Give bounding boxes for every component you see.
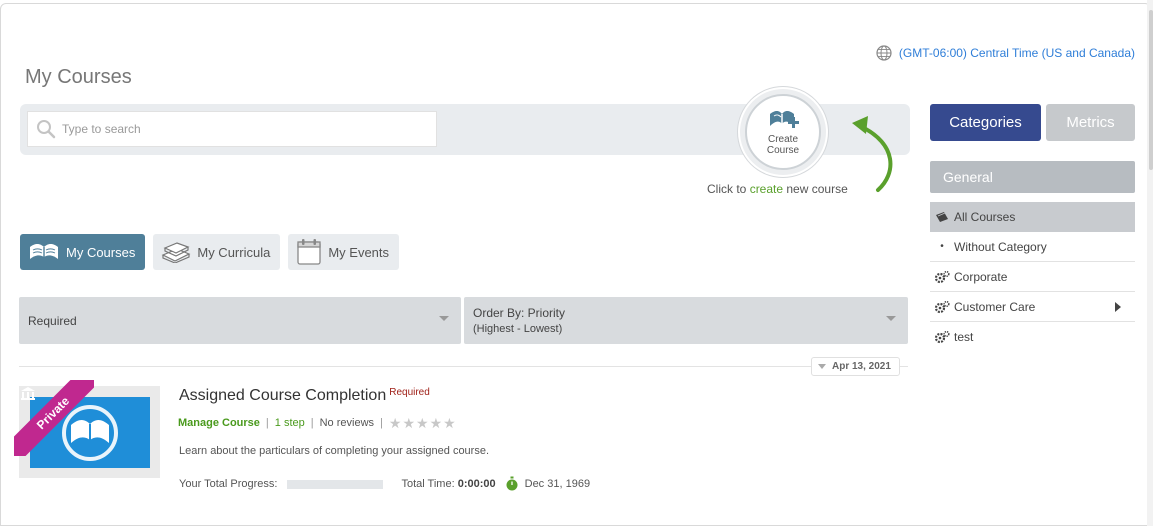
- course-progress-row: Your Total Progress: Total Time: 0:00:00…: [179, 476, 590, 492]
- category-item-label: All Courses: [954, 210, 1016, 224]
- reviews-label: No reviews: [319, 417, 375, 429]
- category-item-test[interactable]: test: [930, 322, 1135, 352]
- tab-my-courses[interactable]: My Courses: [20, 234, 146, 270]
- building-icon: [21, 387, 35, 400]
- category-item-without-category[interactable]: • Without Category: [930, 232, 1135, 262]
- star-icon[interactable]: ★: [402, 416, 415, 430]
- caret-down-icon: [818, 364, 826, 369]
- category-item-all-courses[interactable]: All Courses: [930, 202, 1135, 232]
- date-group-label: Apr 13, 2021: [832, 361, 891, 372]
- total-time-label: Total Time:: [401, 478, 455, 490]
- star-icon[interactable]: ★: [416, 416, 429, 430]
- due-date-value: Dec 31, 1969: [524, 478, 591, 490]
- open-book-icon: [30, 243, 58, 259]
- page-scrollbar[interactable]: [1147, 0, 1153, 526]
- curved-arrow-icon: [852, 116, 893, 192]
- category-item-label: test: [954, 330, 974, 344]
- create-course-button[interactable]: Create Course: [740, 89, 826, 175]
- course-meta: Manage Course | 1 step | No reviews | ★ …: [178, 416, 456, 430]
- calendar-icon: [297, 239, 321, 265]
- globe-icon: [876, 45, 892, 61]
- star-icon[interactable]: ★: [430, 416, 443, 430]
- search-box[interactable]: [27, 111, 437, 147]
- gears-icon: [930, 330, 954, 344]
- book-plus-icon: [770, 110, 799, 128]
- timezone-link[interactable]: (GMT-06:00) Central Time (US and Canada): [876, 45, 1135, 61]
- separator: |: [265, 417, 269, 429]
- due-date: Dec 31, 1969: [505, 476, 590, 492]
- category-item-corporate[interactable]: Corporate: [930, 262, 1135, 292]
- category-item-customer-care[interactable]: Customer Care: [930, 292, 1135, 322]
- tab-label: My Curricula: [197, 244, 271, 260]
- tab-label: My Events: [328, 244, 390, 260]
- separator: |: [380, 417, 383, 429]
- order-by-select[interactable]: Order By: Priority (Highest - Lowest): [464, 297, 908, 344]
- create-course-label: Create Course: [766, 134, 800, 156]
- tag-icon: [930, 211, 954, 223]
- stacked-books-icon: [161, 242, 191, 263]
- categories-button[interactable]: Categories: [930, 104, 1041, 141]
- manage-course-link[interactable]: Manage Course: [178, 417, 260, 429]
- status-filter-value: Required: [28, 313, 77, 328]
- search-icon: [37, 120, 56, 139]
- bullet-icon: •: [940, 241, 944, 252]
- order-by-subvalue: (Highest - Lowest): [473, 322, 563, 335]
- rating-stars[interactable]: ★ ★ ★ ★ ★: [389, 416, 456, 430]
- timezone-label[interactable]: (GMT-06:00) Central Time (US and Canada): [899, 46, 1135, 60]
- create-hint-link[interactable]: create: [750, 182, 783, 196]
- star-icon[interactable]: ★: [443, 416, 456, 430]
- stopwatch-icon: [506, 476, 518, 491]
- date-divider: [19, 366, 908, 367]
- create-hint-prefix: Click to: [707, 182, 750, 196]
- category-item-label: Without Category: [954, 239, 1047, 254]
- order-by-value: Order By: Priority: [473, 305, 566, 320]
- create-course-inner: Create Course: [745, 94, 821, 170]
- gears-icon: [930, 300, 954, 314]
- date-group-toggle[interactable]: Apr 13, 2021: [811, 357, 900, 376]
- progress-bar: [287, 479, 384, 489]
- page-title: My Courses: [25, 66, 132, 88]
- separator: |: [310, 417, 314, 429]
- chevron-right-icon[interactable]: [1115, 302, 1121, 312]
- course-title-text[interactable]: Assigned Course Completion: [179, 387, 386, 404]
- chevron-down-icon: [439, 316, 449, 321]
- private-badge: Private: [14, 380, 94, 456]
- category-group-header[interactable]: General: [930, 161, 1135, 193]
- tab-my-events[interactable]: My Events: [288, 234, 400, 270]
- course-title[interactable]: Assigned Course Completion Required: [179, 387, 430, 405]
- course-tabs: My Courses My Curricula My Events: [20, 234, 400, 270]
- required-badge: Required: [389, 387, 430, 398]
- course-description: Learn about the particulars of completin…: [179, 445, 490, 457]
- steps-link[interactable]: 1 step: [275, 417, 305, 429]
- metrics-button[interactable]: Metrics: [1046, 104, 1135, 141]
- scrollbar-thumb[interactable]: [1149, 10, 1153, 170]
- progress-label: Your Total Progress:: [179, 478, 278, 490]
- total-time: Total Time: 0:00:00: [401, 478, 495, 490]
- category-list: All Courses • Without Category Corporate…: [930, 202, 1135, 352]
- chevron-down-icon: [886, 316, 896, 321]
- category-item-label: Corporate: [954, 269, 1008, 284]
- create-hint: Click to create new course: [707, 182, 848, 196]
- tab-my-curricula[interactable]: My Curricula: [153, 234, 281, 270]
- star-icon[interactable]: ★: [389, 416, 402, 430]
- category-item-label: Customer Care: [954, 299, 1036, 314]
- status-filter-select[interactable]: Required: [19, 297, 461, 344]
- total-time-value: 0:00:00: [457, 478, 496, 490]
- tab-label: My Courses: [66, 244, 136, 260]
- gears-icon: [930, 270, 954, 284]
- search-input[interactable]: [62, 122, 422, 136]
- create-hint-suffix: new course: [783, 182, 848, 196]
